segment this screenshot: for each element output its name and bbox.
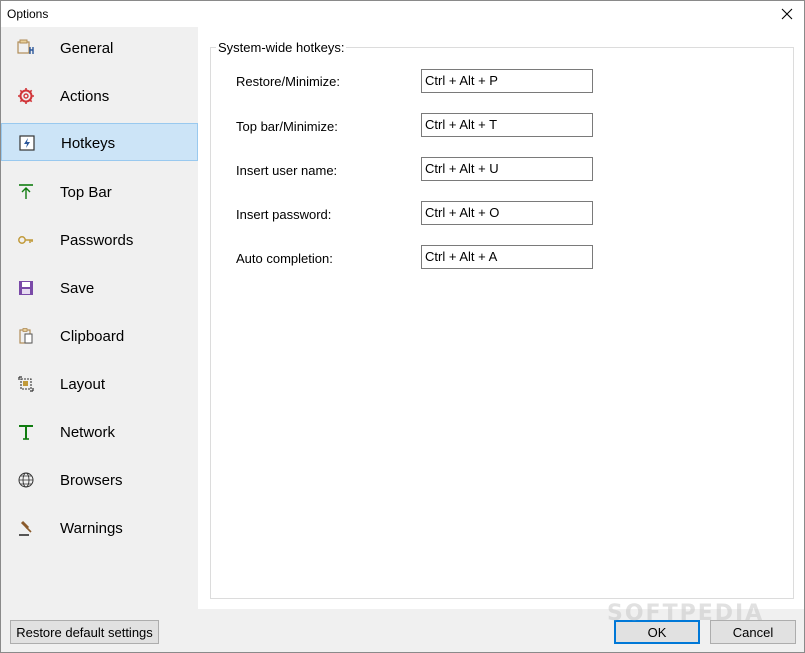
sidebar-item-layout[interactable]: Layout [1, 365, 198, 403]
group-title: System-wide hotkeys: [216, 40, 347, 55]
sidebar-item-hotkeys[interactable]: Hotkeys [1, 123, 198, 161]
sidebar-item-general[interactable]: General [1, 29, 198, 67]
key-icon [17, 231, 35, 249]
globe-icon [17, 471, 35, 489]
layout-icon [17, 375, 35, 393]
gear-icon [17, 87, 35, 105]
sidebar-item-network[interactable]: Network [1, 413, 198, 451]
sidebar-item-label: Browsers [60, 472, 123, 489]
sidebar-item-clipboard[interactable]: Clipboard [1, 317, 198, 355]
hotkey-icon [18, 134, 36, 152]
insert-user-name-hotkey-field[interactable]: Ctrl + Alt + U [421, 157, 593, 181]
hotkey-label: Insert password: [236, 207, 332, 222]
sidebar-item-label: Passwords [60, 232, 134, 249]
general-icon [17, 39, 35, 57]
auto-completion-hotkey-field[interactable]: Ctrl + Alt + A [421, 245, 593, 269]
watermark: SOFTPEDIA [607, 601, 765, 626]
close-button[interactable] [770, 1, 804, 27]
sidebar-item-warnings[interactable]: Warnings [1, 509, 198, 547]
clipboard-icon [17, 327, 35, 345]
title-bar: Options [1, 1, 804, 27]
restore-minimize-hotkey-field[interactable]: Ctrl + Alt + P [421, 69, 593, 93]
sidebar-item-label: Save [60, 280, 95, 297]
sidebar-item-save[interactable]: Save [1, 269, 198, 307]
sidebar-item-label: Top Bar [60, 184, 112, 201]
sidebar-item-label: Layout [60, 376, 106, 393]
hotkey-label: Restore/Minimize: [236, 74, 341, 89]
hotkey-label: Auto completion: [236, 251, 333, 266]
window-title: Options [7, 7, 49, 21]
options-dialog: Options General Actions Hotkeys Top Bar … [0, 0, 805, 653]
hotkeys-panel: System-wide hotkeys: Restore/Minimize: C… [198, 27, 804, 609]
restore-default-settings-button[interactable]: Restore default settings [10, 620, 159, 644]
network-icon [17, 423, 35, 441]
sidebar-item-label: Hotkeys [61, 135, 116, 152]
hotkey-label: Insert user name: [236, 163, 338, 178]
top-bar-icon [17, 183, 35, 201]
system-hotkeys-group: System-wide hotkeys: Restore/Minimize: C… [210, 40, 794, 599]
sidebar-item-label: Warnings [60, 520, 123, 537]
top-bar-minimize-hotkey-field[interactable]: Ctrl + Alt + T [421, 113, 593, 137]
sidebar-item-actions[interactable]: Actions [1, 77, 198, 115]
close-icon [781, 8, 793, 20]
insert-password-hotkey-field[interactable]: Ctrl + Alt + O [421, 201, 593, 225]
hotkey-label: Top bar/Minimize: [236, 119, 338, 134]
gavel-icon [17, 519, 35, 537]
sidebar-item-label: Clipboard [60, 328, 125, 345]
sidebar: General Actions Hotkeys Top Bar Password… [1, 27, 198, 609]
floppy-disk-icon [17, 279, 35, 297]
sidebar-item-label: Actions [60, 88, 110, 105]
sidebar-item-top-bar[interactable]: Top Bar [1, 173, 198, 211]
sidebar-item-browsers[interactable]: Browsers [1, 461, 198, 499]
sidebar-item-label: Network [60, 424, 116, 441]
sidebar-item-passwords[interactable]: Passwords [1, 221, 198, 259]
sidebar-item-label: General [60, 40, 114, 57]
